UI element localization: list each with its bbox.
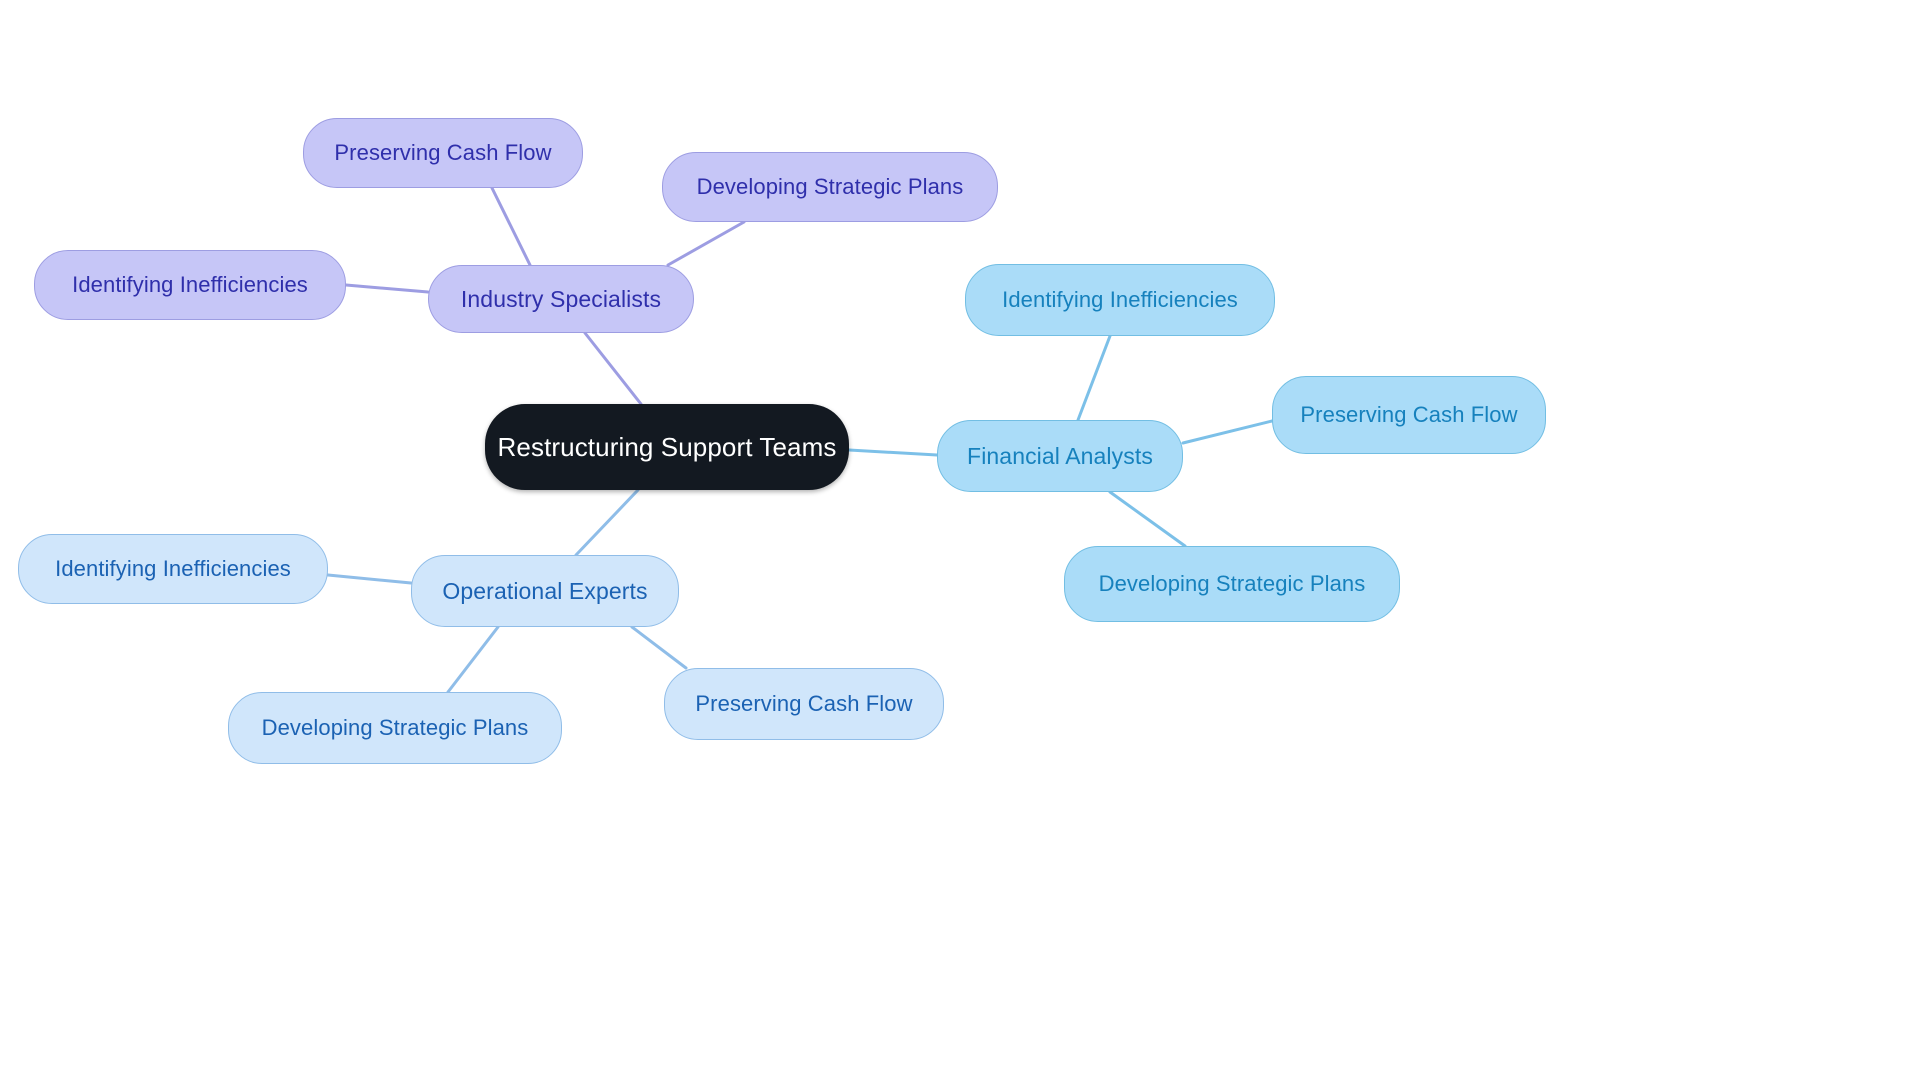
edge-operational-to-preserving-cash-flow bbox=[630, 625, 688, 670]
leaf-node-financial-developing-strategic-plans-label: Developing Strategic Plans bbox=[1098, 571, 1366, 596]
leaf-node-financial-preserving-cash-flow[interactable]: Preserving Cash Flow bbox=[1272, 376, 1546, 454]
leaf-node-financial-developing-strategic-plans[interactable]: Developing Strategic Plans bbox=[1064, 546, 1400, 622]
leaf-node-industry-identifying-inefficiencies[interactable]: Identifying Inefficiencies bbox=[34, 250, 346, 320]
edge-financial-to-preserving-cash-flow bbox=[1181, 419, 1274, 445]
edge-financial-to-identifying-inefficiencies bbox=[1076, 334, 1112, 422]
edge-industry-to-identifying-inefficiencies bbox=[344, 283, 430, 294]
leaf-node-operational-preserving-cash-flow-label: Preserving Cash Flow bbox=[695, 691, 913, 716]
edge-financial-to-developing-strategic-plans bbox=[1108, 490, 1187, 548]
edge-operational-to-developing-strategic-plans bbox=[446, 625, 500, 694]
leaf-node-industry-identifying-inefficiencies-label: Identifying Inefficiencies bbox=[72, 272, 308, 297]
mindmap-root-node[interactable]: Restructuring Support Teams bbox=[485, 404, 849, 490]
branch-node-operational-experts[interactable]: Operational Experts bbox=[411, 555, 679, 627]
branch-node-financial-analysts[interactable]: Financial Analysts bbox=[937, 420, 1183, 492]
branch-node-operational-experts-label: Operational Experts bbox=[442, 577, 648, 604]
edge-root-to-operational-experts bbox=[574, 488, 640, 557]
leaf-node-operational-identifying-inefficiencies[interactable]: Identifying Inefficiencies bbox=[18, 534, 328, 604]
leaf-node-industry-preserving-cash-flow[interactable]: Preserving Cash Flow bbox=[303, 118, 583, 188]
leaf-node-industry-preserving-cash-flow-label: Preserving Cash Flow bbox=[334, 140, 552, 165]
mindmap-canvas: Restructuring Support Teams Industry Spec… bbox=[0, 0, 1920, 1083]
edge-operational-to-identifying-inefficiencies bbox=[326, 573, 413, 585]
leaf-node-operational-developing-strategic-plans[interactable]: Developing Strategic Plans bbox=[228, 692, 562, 764]
leaf-node-financial-identifying-inefficiencies-label: Identifying Inefficiencies bbox=[1002, 287, 1238, 312]
leaf-node-operational-preserving-cash-flow[interactable]: Preserving Cash Flow bbox=[664, 668, 944, 740]
leaf-node-operational-developing-strategic-plans-label: Developing Strategic Plans bbox=[261, 715, 529, 740]
edge-root-to-industry-specialists bbox=[583, 331, 643, 406]
mindmap-root-node-label: Restructuring Support Teams bbox=[497, 431, 837, 462]
leaf-node-industry-developing-strategic-plans-label: Developing Strategic Plans bbox=[696, 174, 964, 199]
edge-root-to-financial-analysts bbox=[847, 448, 939, 457]
leaf-node-operational-identifying-inefficiencies-label: Identifying Inefficiencies bbox=[55, 556, 291, 581]
branch-node-financial-analysts-label: Financial Analysts bbox=[967, 442, 1153, 469]
branch-node-industry-specialists-label: Industry Specialists bbox=[460, 285, 662, 312]
edge-industry-to-preserving-cash-flow bbox=[490, 186, 532, 267]
edge-industry-to-developing-strategic-plans bbox=[666, 220, 746, 267]
leaf-node-industry-developing-strategic-plans[interactable]: Developing Strategic Plans bbox=[662, 152, 998, 222]
leaf-node-financial-preserving-cash-flow-label: Preserving Cash Flow bbox=[1300, 402, 1518, 427]
branch-node-industry-specialists[interactable]: Industry Specialists bbox=[428, 265, 694, 333]
leaf-node-financial-identifying-inefficiencies[interactable]: Identifying Inefficiencies bbox=[965, 264, 1275, 336]
